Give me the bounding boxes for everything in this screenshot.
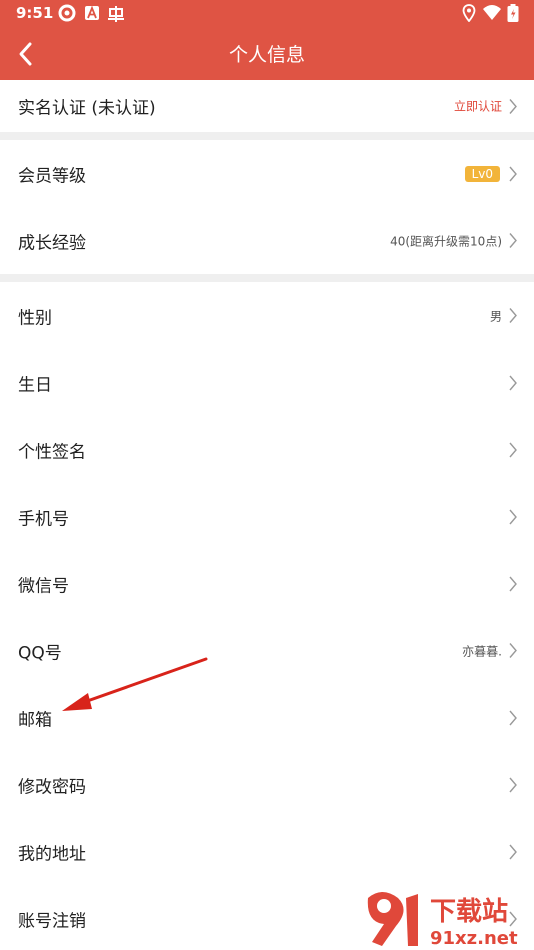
chevron-right-icon	[509, 576, 517, 591]
chevron-right-icon	[509, 233, 517, 248]
row-birthday[interactable]: 生日	[0, 349, 534, 416]
row-password[interactable]: 修改密码	[0, 751, 534, 818]
row-value: 40(距离升级需10点)	[390, 234, 502, 248]
row-label: 成长经验	[18, 233, 86, 253]
page-title: 个人信息	[228, 44, 305, 66]
row-label: 手机号	[18, 509, 69, 529]
settings-list: 实名认证 (未认证) 立即认证 会员等级 Lv0 成长经验 40(距离升级需10点) 性…	[0, 80, 534, 950]
group-verification: 实名认证 (未认证) 立即认证	[0, 80, 534, 132]
row-phone[interactable]: 手机号	[0, 483, 534, 550]
row-label: 生日	[18, 375, 52, 395]
row-value: 男	[489, 309, 502, 323]
chevron-right-icon	[509, 509, 517, 524]
chevron-right-icon	[509, 710, 517, 725]
chevron-right-icon	[509, 375, 517, 390]
chevron-right-icon	[509, 442, 517, 457]
app-header: 9:51 个人信息	[0, 0, 534, 80]
row-label: 微信号	[18, 576, 69, 596]
watermark-url: 91xz.net	[430, 928, 518, 949]
chevron-right-icon	[509, 98, 517, 114]
row-right	[508, 710, 518, 726]
row-right: 40(距离升级需10点)	[390, 232, 518, 249]
a-notification-icon	[85, 5, 99, 20]
chevron-right-icon	[509, 308, 517, 323]
row-label: 个性签名	[18, 442, 86, 462]
row-right	[508, 509, 518, 525]
row-label: QQ号	[18, 643, 62, 663]
row-right	[508, 777, 518, 793]
section-divider	[0, 132, 534, 140]
group-membership: 会员等级 Lv0 成长经验 40(距离升级需10点)	[0, 140, 534, 274]
row-label: 修改密码	[18, 777, 86, 797]
location-icon	[462, 4, 476, 22]
row-right: 亦暮暮.	[462, 642, 518, 659]
row-member-level[interactable]: 会员等级 Lv0	[0, 140, 534, 207]
watermark-logo: 下载站 91xz.net	[367, 892, 518, 949]
level-badge: Lv0	[464, 165, 500, 182]
row-gender[interactable]: 性别 男	[0, 282, 534, 349]
row-right: Lv0	[464, 165, 518, 182]
row-label: 实名认证 (未认证)	[18, 98, 156, 119]
nav-bar: 个人信息	[0, 30, 534, 78]
status-bar: 9:51	[0, 0, 534, 28]
row-label: 性别	[18, 308, 52, 328]
row-right	[508, 576, 518, 592]
chevron-right-icon	[509, 643, 517, 658]
app-notification-icon	[58, 4, 76, 22]
row-value: 亦暮暮.	[462, 644, 502, 658]
row-real-name[interactable]: 实名认证 (未认证) 立即认证	[0, 80, 534, 132]
battery-icon	[507, 4, 519, 22]
chevron-right-icon	[509, 166, 517, 181]
section-divider	[0, 274, 534, 282]
row-right	[508, 442, 518, 458]
row-right: 立即认证	[454, 98, 518, 115]
row-wechat[interactable]: 微信号	[0, 550, 534, 617]
row-label: 账号注销	[18, 911, 86, 931]
row-address[interactable]: 我的地址	[0, 818, 534, 885]
row-signature[interactable]: 个性签名	[0, 416, 534, 483]
row-growth[interactable]: 成长经验 40(距离升级需10点)	[0, 207, 534, 274]
watermark-brand: 下载站	[430, 897, 508, 927]
row-label: 邮箱	[18, 710, 52, 730]
row-label: 会员等级	[18, 166, 86, 186]
row-right	[508, 844, 518, 860]
chevron-right-icon	[509, 777, 517, 792]
row-right: 男	[490, 307, 518, 324]
row-label: 我的地址	[18, 844, 86, 864]
red-pointer-arrow	[62, 657, 208, 711]
status-time: 9:51	[16, 4, 54, 22]
row-value: 立即认证	[453, 99, 502, 114]
row-right	[508, 375, 518, 391]
wifi-icon	[483, 5, 501, 20]
chevron-right-icon	[509, 844, 517, 859]
group-profile: 性别 男生日个性签名手机号微信号 QQ号 亦暮暮. 邮箱修改密码我的地址账号注销	[0, 282, 534, 950]
bug-notification-icon	[108, 6, 124, 22]
